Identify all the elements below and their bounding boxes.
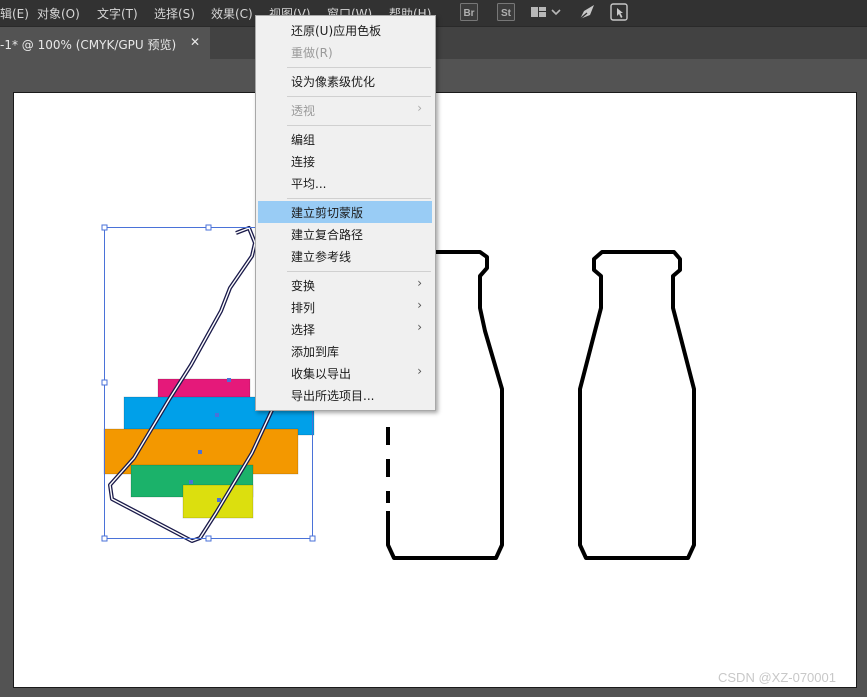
menu-item-pixel-optimize-label: 设为像素级优化 — [291, 75, 376, 89]
menu-item-collect-for-export-label: 收集以导出 — [291, 367, 352, 381]
menu-item-transform-label: 变换 — [291, 279, 316, 293]
stock-icon[interactable]: St — [497, 3, 515, 21]
menu-item-group[interactable]: 编组 — [258, 128, 432, 150]
submenu-arrow-icon: › — [417, 364, 422, 378]
submenu-arrow-icon: › — [417, 101, 422, 115]
menu-separator — [287, 198, 431, 199]
menu-effect[interactable]: 效果(C) — [211, 5, 253, 22]
menu-item-arrange[interactable]: 排列 › — [258, 296, 432, 318]
right-bottle-outline[interactable] — [578, 250, 696, 560]
menu-item-join-label: 连接 — [291, 155, 316, 169]
menu-select[interactable]: 选择(S) — [154, 5, 195, 22]
submenu-arrow-icon: › — [417, 320, 422, 334]
submenu-arrow-icon: › — [417, 276, 422, 290]
menu-item-arrange-label: 排列 — [291, 301, 316, 315]
touch-workspace-icon[interactable] — [610, 3, 628, 21]
menu-item-average[interactable]: 平均... — [258, 172, 432, 194]
menu-item-make-compound-path-label: 建立复合路径 — [291, 228, 364, 242]
menu-item-select-label: 选择 — [291, 323, 316, 337]
menu-separator — [287, 67, 431, 68]
menu-item-select[interactable]: 选择 › — [258, 318, 432, 340]
menu-item-perspective-label: 透视 — [291, 104, 316, 118]
menu-item-make-guides-label: 建立参考线 — [291, 250, 352, 264]
menu-item-export-selection[interactable]: 导出所选项目... — [258, 384, 432, 406]
menu-item-make-compound-path[interactable]: 建立复合路径 — [258, 223, 432, 245]
menu-item-add-to-library[interactable]: 添加到库 — [258, 340, 432, 362]
gpu-performance-icon[interactable] — [578, 3, 596, 21]
menu-item-redo-label: 重做(R) — [291, 46, 333, 60]
menu-item-make-guides[interactable]: 建立参考线 — [258, 245, 432, 267]
close-tab-icon[interactable]: ✕ — [190, 35, 200, 49]
menu-item-undo-label: 还原(U)应用色板 — [291, 24, 382, 38]
menu-item-export-selection-label: 导出所选项目... — [291, 389, 375, 403]
menu-item-undo[interactable]: 还原(U)应用色板 — [258, 19, 432, 41]
menu-item-redo: 重做(R) — [258, 41, 432, 63]
menu-item-average-label: 平均... — [291, 177, 327, 191]
menu-object[interactable]: 对象(O) — [37, 5, 80, 22]
menu-type[interactable]: 文字(T) — [97, 5, 138, 22]
menu-item-make-clipping-mask-label: 建立剪切蒙版 — [291, 206, 364, 220]
menu-edit[interactable]: 辑(E) — [0, 5, 29, 22]
bridge-icon-label: Br — [463, 8, 474, 19]
menu-item-group-label: 编组 — [291, 133, 316, 147]
watermark: CSDN @XZ-070001 — [718, 670, 836, 685]
menu-item-transform[interactable]: 变换 › — [258, 274, 432, 296]
menu-item-perspective: 透视 › — [258, 99, 432, 121]
menu-item-join[interactable]: 连接 — [258, 150, 432, 172]
menu-separator — [287, 271, 431, 272]
context-menu: 还原(U)应用色板 重做(R) 设为像素级优化 透视 › 编组 连接 平均... … — [255, 15, 436, 411]
submenu-arrow-icon: › — [417, 298, 422, 312]
stock-icon-label: St — [501, 8, 512, 19]
workspace-layout-icon[interactable] — [530, 3, 548, 21]
menu-separator — [287, 125, 431, 126]
menu-separator — [287, 96, 431, 97]
menu-item-pixel-optimize[interactable]: 设为像素级优化 — [258, 70, 432, 92]
dropdown-chevron-icon[interactable] — [550, 3, 562, 21]
menu-item-add-to-library-label: 添加到库 — [291, 345, 340, 359]
document-tab-title: -1* @ 100% (CMYK/GPU 预览) — [0, 38, 177, 52]
document-tab[interactable]: -1* @ 100% (CMYK/GPU 预览) ✕ — [0, 27, 210, 59]
menu-item-collect-for-export[interactable]: 收集以导出 › — [258, 362, 432, 384]
menu-item-make-clipping-mask[interactable]: 建立剪切蒙版 — [258, 201, 432, 223]
bridge-icon[interactable]: Br — [460, 3, 478, 21]
